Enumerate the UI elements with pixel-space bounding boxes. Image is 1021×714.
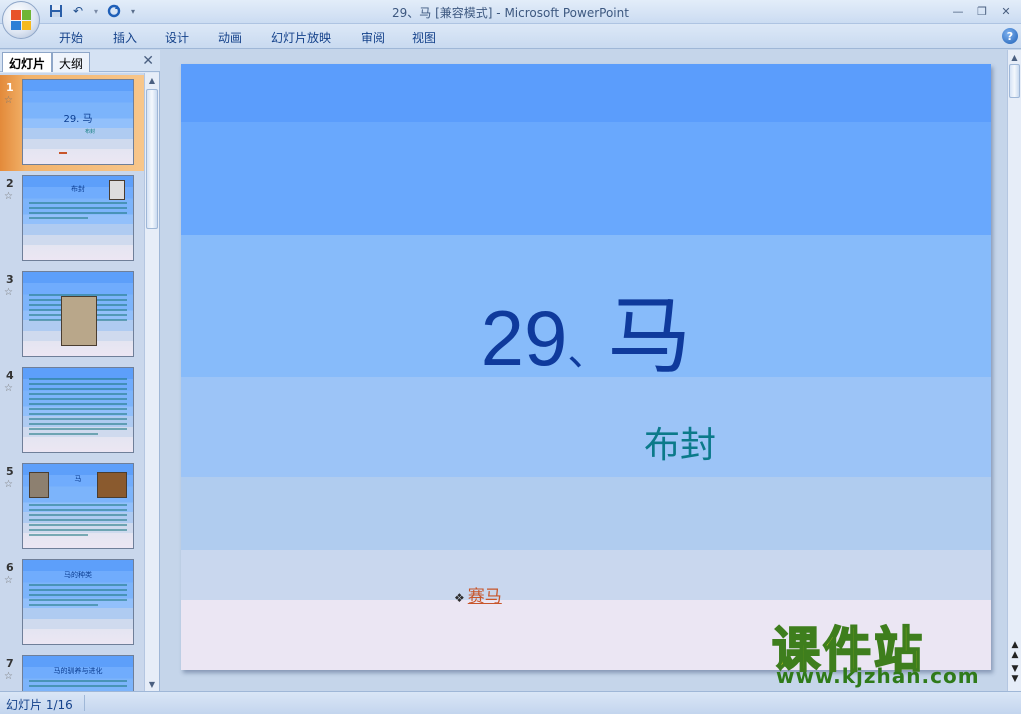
next-slide-icon[interactable]: ▼ ▼ (1008, 664, 1021, 684)
animation-star-icon: ☆ (4, 191, 13, 202)
animation-star-icon: ☆ (4, 671, 13, 682)
title-separator: 、 (567, 330, 608, 374)
thumbnail-title: 马的驯养与进化 (53, 667, 103, 675)
slide-indicator: 幻灯片 1/16 (6, 698, 73, 712)
thumbnail-number: 5 (6, 465, 14, 478)
tab-insert[interactable]: 插入 (113, 29, 137, 46)
animation-star-icon: ☆ (4, 95, 13, 106)
scrollbar-thumb[interactable] (1009, 64, 1020, 98)
slide-editing-area: 29、马 布封 ❖ 赛马 (161, 50, 1007, 691)
horse-image (97, 472, 127, 498)
bullet-icon: ❖ (454, 591, 465, 605)
thumbnail-number: 7 (6, 657, 14, 670)
watermark-logo: 课件站 www.kjzhan.com (768, 610, 1000, 690)
status-bar: 幻灯片 1/16 (0, 691, 1021, 714)
thumbnail-number: 1 (6, 81, 14, 94)
title-number: 29 (480, 294, 568, 382)
scroll-up-icon[interactable]: ▲ (145, 73, 159, 87)
background-band (181, 477, 991, 550)
background-band (181, 550, 991, 600)
animation-star-icon: ☆ (4, 479, 13, 490)
slide-thumbnail-6[interactable]: 6 ☆ 马的种类 (0, 555, 144, 651)
thumbnail-preview (22, 271, 134, 357)
tab-slides[interactable]: 幻灯片 (2, 52, 53, 72)
previous-slide-icon[interactable]: ▲ ▲ (1008, 640, 1021, 660)
thumbnail-preview: 马的种类 (22, 559, 134, 645)
office-button[interactable] (2, 1, 40, 39)
pane-tabs: 幻灯片 大纲 ✕ (0, 50, 160, 72)
slide-title[interactable]: 29、马 (181, 269, 991, 390)
slide-thumbnail-1[interactable]: 1 ☆ 29. 马 布封 (0, 75, 144, 171)
close-pane-icon[interactable]: ✕ (142, 53, 154, 69)
slide-thumbnail-2[interactable]: 2 ☆ 布封 (0, 171, 144, 267)
minimize-icon[interactable]: — (947, 2, 969, 20)
background-band (181, 64, 991, 122)
thumbnail-text-lines (29, 202, 127, 222)
hyperlink-saima[interactable]: ❖ 赛马 (454, 582, 502, 607)
thumbnail-number: 3 (6, 273, 14, 286)
animation-star-icon: ☆ (4, 383, 13, 394)
tab-animations[interactable]: 动画 (218, 29, 242, 46)
thumbnail-subtitle: 布封 (85, 129, 96, 135)
slide-thumbnail-4[interactable]: 4 ☆ (0, 363, 144, 459)
title-bar: ↶ ▾ ▾ 29、马 [兼容模式] - Microsoft PowerPoint… (0, 0, 1021, 24)
thumbnail-number: 4 (6, 369, 14, 382)
thumbnail-preview: 29. 马 布封 (22, 79, 134, 165)
restore-icon[interactable]: ❐ (971, 2, 993, 20)
tab-design[interactable]: 设计 (165, 29, 189, 46)
thumbnail-scrollbar[interactable]: ▲ ▼ (144, 73, 159, 691)
background-band (181, 377, 991, 477)
portrait-image (109, 180, 125, 200)
thumbnail-text-lines (29, 504, 127, 539)
tab-review[interactable]: 审阅 (361, 29, 385, 46)
thumbnail-preview: 马 (22, 463, 134, 549)
thumbnail-list: 1 ☆ 29. 马 布封 2 ☆ 布封 3 ☆ 4 ☆ 5 ☆ 马 6 ☆ 马的… (0, 73, 144, 691)
status-divider (84, 695, 85, 711)
slide-canvas[interactable]: 29、马 布封 ❖ 赛马 (181, 64, 991, 670)
animation-star-icon: ☆ (4, 287, 13, 298)
portrait-image (29, 472, 49, 498)
help-icon[interactable]: ? (1002, 28, 1018, 44)
thumbnail-number: 6 (6, 561, 14, 574)
thumbnail-text-lines (29, 378, 127, 438)
slide-thumbnail-3[interactable]: 3 ☆ (0, 267, 144, 363)
thumbnail-text-lines (29, 680, 127, 690)
scroll-down-icon[interactable]: ▼ (145, 677, 159, 691)
slide-thumbnail-5[interactable]: 5 ☆ 马 (0, 459, 144, 555)
scroll-up-icon[interactable]: ▲ (1008, 50, 1021, 64)
slide-author[interactable]: 布封 (644, 416, 716, 468)
close-icon[interactable]: ✕ (995, 2, 1017, 20)
window-controls: — ❐ ✕ (947, 2, 1017, 20)
book-image (61, 296, 97, 346)
hyperlink-text[interactable]: 赛马 (468, 587, 502, 607)
watermark-url: www.kjzhan.com (776, 664, 980, 688)
thumbnail-preview: 马的驯养与进化 (22, 655, 134, 691)
background-band (181, 122, 991, 235)
slide-scrollbar[interactable]: ▲ ▲ ▲ ▼ ▼ (1007, 50, 1021, 691)
tab-slide-show[interactable]: 幻灯片放映 (271, 29, 331, 46)
thumbnail-title: 29. 马 (63, 114, 93, 125)
thumbnail-number: 2 (6, 177, 14, 190)
tab-home[interactable]: 开始 (59, 29, 83, 46)
animation-star-icon: ☆ (4, 575, 13, 586)
thumbnail-title: 马的种类 (64, 571, 92, 579)
thumbnail-link-mark (59, 152, 67, 154)
ribbon-tabs: 开始 插入 设计 动画 幻灯片放映 审阅 视图 ? (0, 24, 1021, 49)
scrollbar-thumb[interactable] (146, 89, 158, 229)
slide-thumbnail-7[interactable]: 7 ☆ 马的驯养与进化 (0, 651, 144, 691)
office-logo-icon (11, 10, 31, 30)
thumbnail-preview: 布封 (22, 175, 134, 261)
tab-outline[interactable]: 大纲 (52, 52, 91, 72)
window-title: 29、马 [兼容模式] - Microsoft PowerPoint (392, 6, 629, 20)
thumbnail-text-lines (29, 584, 127, 609)
tab-view[interactable]: 视图 (412, 29, 436, 46)
thumbnail-preview (22, 367, 134, 453)
slides-pane: 幻灯片 大纲 ✕ 1 ☆ 29. 马 布封 2 ☆ 布封 3 ☆ 4 ☆ 5 ☆… (0, 50, 160, 691)
title-character: 马 (607, 287, 692, 385)
